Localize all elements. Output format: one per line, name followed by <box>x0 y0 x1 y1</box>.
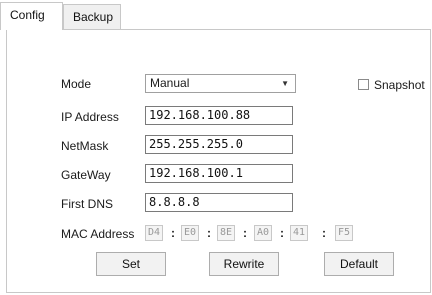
mode-label: Mode <box>61 77 92 91</box>
first-dns-input[interactable]: 8.8.8.8 <box>145 193 293 212</box>
mac-separator: : <box>171 226 175 240</box>
mode-select-value: Manual <box>150 76 190 90</box>
snapshot-checkbox[interactable] <box>358 79 369 90</box>
mac-separator: : <box>322 226 326 240</box>
mac-octet-1: D4 <box>145 225 163 241</box>
mac-octet-4: A0 <box>254 225 272 241</box>
mac-address-label: MAC Address <box>61 227 135 241</box>
set-button[interactable]: Set <box>96 252 166 276</box>
mac-separator: : <box>280 226 284 240</box>
mac-octet-3: 8E <box>217 225 235 241</box>
netmask-label: NetMask <box>61 139 109 153</box>
mac-separator: : <box>207 226 211 240</box>
mac-octet-2: E0 <box>181 225 199 241</box>
ip-address-input[interactable]: 192.168.100.88 <box>145 106 293 125</box>
tab-bar: Config Backup <box>0 0 432 30</box>
mac-separator: : <box>243 226 247 240</box>
default-button[interactable]: Default <box>324 252 394 276</box>
tab-backup[interactable]: Backup <box>63 4 121 30</box>
snapshot-label: Snapshot <box>374 78 425 92</box>
rewrite-button[interactable]: Rewrite <box>209 252 279 276</box>
ip-address-label: IP Address <box>61 110 119 124</box>
gateway-input[interactable]: 192.168.100.1 <box>145 164 293 183</box>
mode-select[interactable]: Manual ▼ <box>145 74 296 93</box>
first-dns-label: First DNS <box>61 197 113 211</box>
mac-octet-5: 41 <box>290 225 308 241</box>
netmask-input[interactable]: 255.255.255.0 <box>145 135 293 154</box>
tab-config[interactable]: Config <box>0 2 63 30</box>
mac-octet-6: F5 <box>335 225 353 241</box>
gateway-label: GateWay <box>61 168 111 182</box>
chevron-down-icon: ▼ <box>281 79 289 88</box>
